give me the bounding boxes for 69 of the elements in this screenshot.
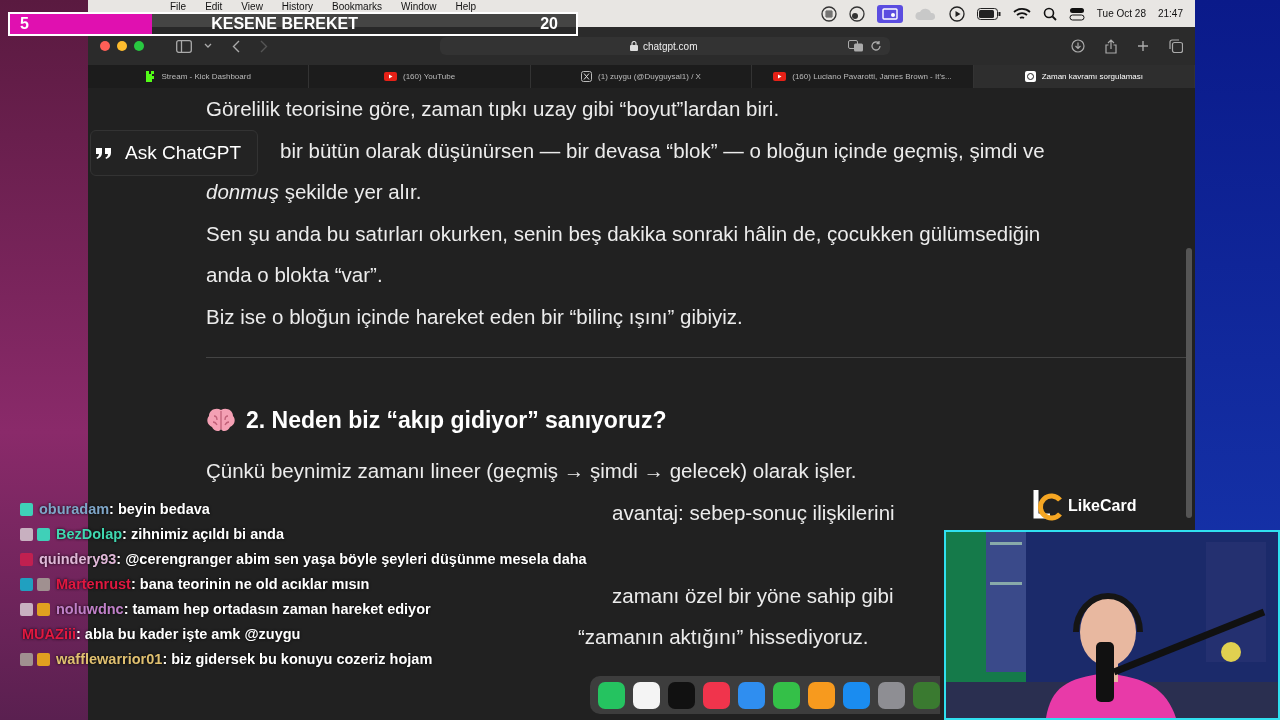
goal-target: 20 [540,15,558,33]
quote-icon [95,147,113,159]
menu-item[interactable]: Help [455,1,477,12]
paragraph-line: Biz ise o bloğun içinde hareket eden bir “bilinç ışını” gibiyiz. [206,303,744,330]
ask-chatgpt-button[interactable]: Ask ChatGPT [90,130,258,176]
menu-item[interactable]: File [170,1,187,12]
tabs-overview-icon[interactable] [1169,39,1183,53]
paragraph-line: Görelilik teorisine göre, zaman tıpkı uzay gibi “boyut”lardan biri. [206,96,781,122]
search-icon[interactable] [1042,6,1057,21]
paragraph-line: “zamanın aktığını” hissediyoruz. [578,624,869,650]
lock-icon [630,41,638,51]
download-icon[interactable] [1071,39,1085,53]
chat-username: noluwdnc [56,601,124,617]
chat-message: : beyin bedava [109,501,210,517]
play-button-icon [773,72,787,81]
menu-item[interactable]: View [241,1,263,12]
app-icon[interactable] [773,681,800,709]
menu-item[interactable]: Bookmarks [332,1,382,12]
chevron-down-icon[interactable] [204,43,212,49]
app-icon[interactable] [633,681,660,709]
share-icon[interactable] [1105,38,1117,54]
goal-count: 5 [20,15,29,33]
zoom-button[interactable] [134,41,144,51]
play-button-icon [384,72,397,81]
chat-message: : zihnimiz açıldı bi anda [122,526,284,542]
toggle-icon[interactable] [1068,5,1085,22]
app-icon[interactable] [598,681,625,709]
brain-icon [206,407,236,433]
app-icon[interactable] [808,681,835,709]
goal-title: KESENE BEREKET [211,15,358,33]
minimize-button[interactable] [117,41,127,51]
paragraph-line: anda o blokta “var”. [206,262,384,288]
chat-message: : biz gidersek bu konuyu cozeriz hojam [162,651,433,667]
section-heading: 2. Neden biz “akıp gidiyor” sanıyoruz? [246,406,667,434]
paragraph-line: Çünkü beynimiz zamanı lineer (geçmiş → şimdi → gelecek) olarak işler. [206,458,858,484]
chat-username: wafflewarrior01 [56,651,163,667]
menu-item[interactable]: Window [401,1,437,12]
address-field[interactable]: chatgpt.com [440,37,890,55]
chat-username: BezDolap [56,526,123,542]
menu-item[interactable]: Edit [205,1,223,12]
paragraph-line: zamanı özel bir yöne sahip gibi [612,582,894,609]
chat-message: : @cerengranger abim sen yaşa böyle şeyleri düşünme mesela daha [116,551,587,567]
screen-share-icon[interactable] [876,4,903,23]
grid-icon[interactable] [820,5,837,22]
battery-icon[interactable] [976,7,1001,20]
paragraph-line: Sen şu anda bu satırları okurken, senin beş dakika sonraki hâlin de, çocukken gülümsediğin [206,220,1042,247]
chat-username: Martenrust [56,576,131,592]
chat-message: : tamam hep ortadasın zaman hareket ediyor [123,601,431,617]
chat-username: MUAZiii [22,626,76,642]
reload-icon[interactable] [870,40,882,52]
sponsor-name: LikeCard [1068,497,1137,515]
time-text: 21:47 [1157,8,1183,19]
scroll-bar[interactable] [1186,248,1192,518]
close-button[interactable] [100,41,110,51]
chat-message: : abla bu kader işte amk @zuygu [75,626,301,642]
paragraph-line: donmuş şekilde yer alır. [206,179,423,205]
translate-icon[interactable] [848,40,864,52]
chat-message: : bana teorinin ne old acıklar mısın [130,576,370,592]
wifi-icon[interactable] [1012,6,1031,21]
kick-icon [145,71,156,82]
menu-item[interactable]: History [281,1,313,12]
date-text: Tue Oct 28 [1096,8,1146,19]
play-icon[interactable] [948,5,965,22]
plus-icon[interactable] [1137,40,1149,52]
back-icon[interactable] [232,39,240,53]
paragraph-line: avantaj: sebep-sonuç ilişkilerini [612,499,895,526]
sidebar-icon[interactable] [176,39,192,53]
x-logo-icon [581,71,593,82]
browser-tab[interactable]: Zaman kavramı sorgulaması [973,65,1196,88]
